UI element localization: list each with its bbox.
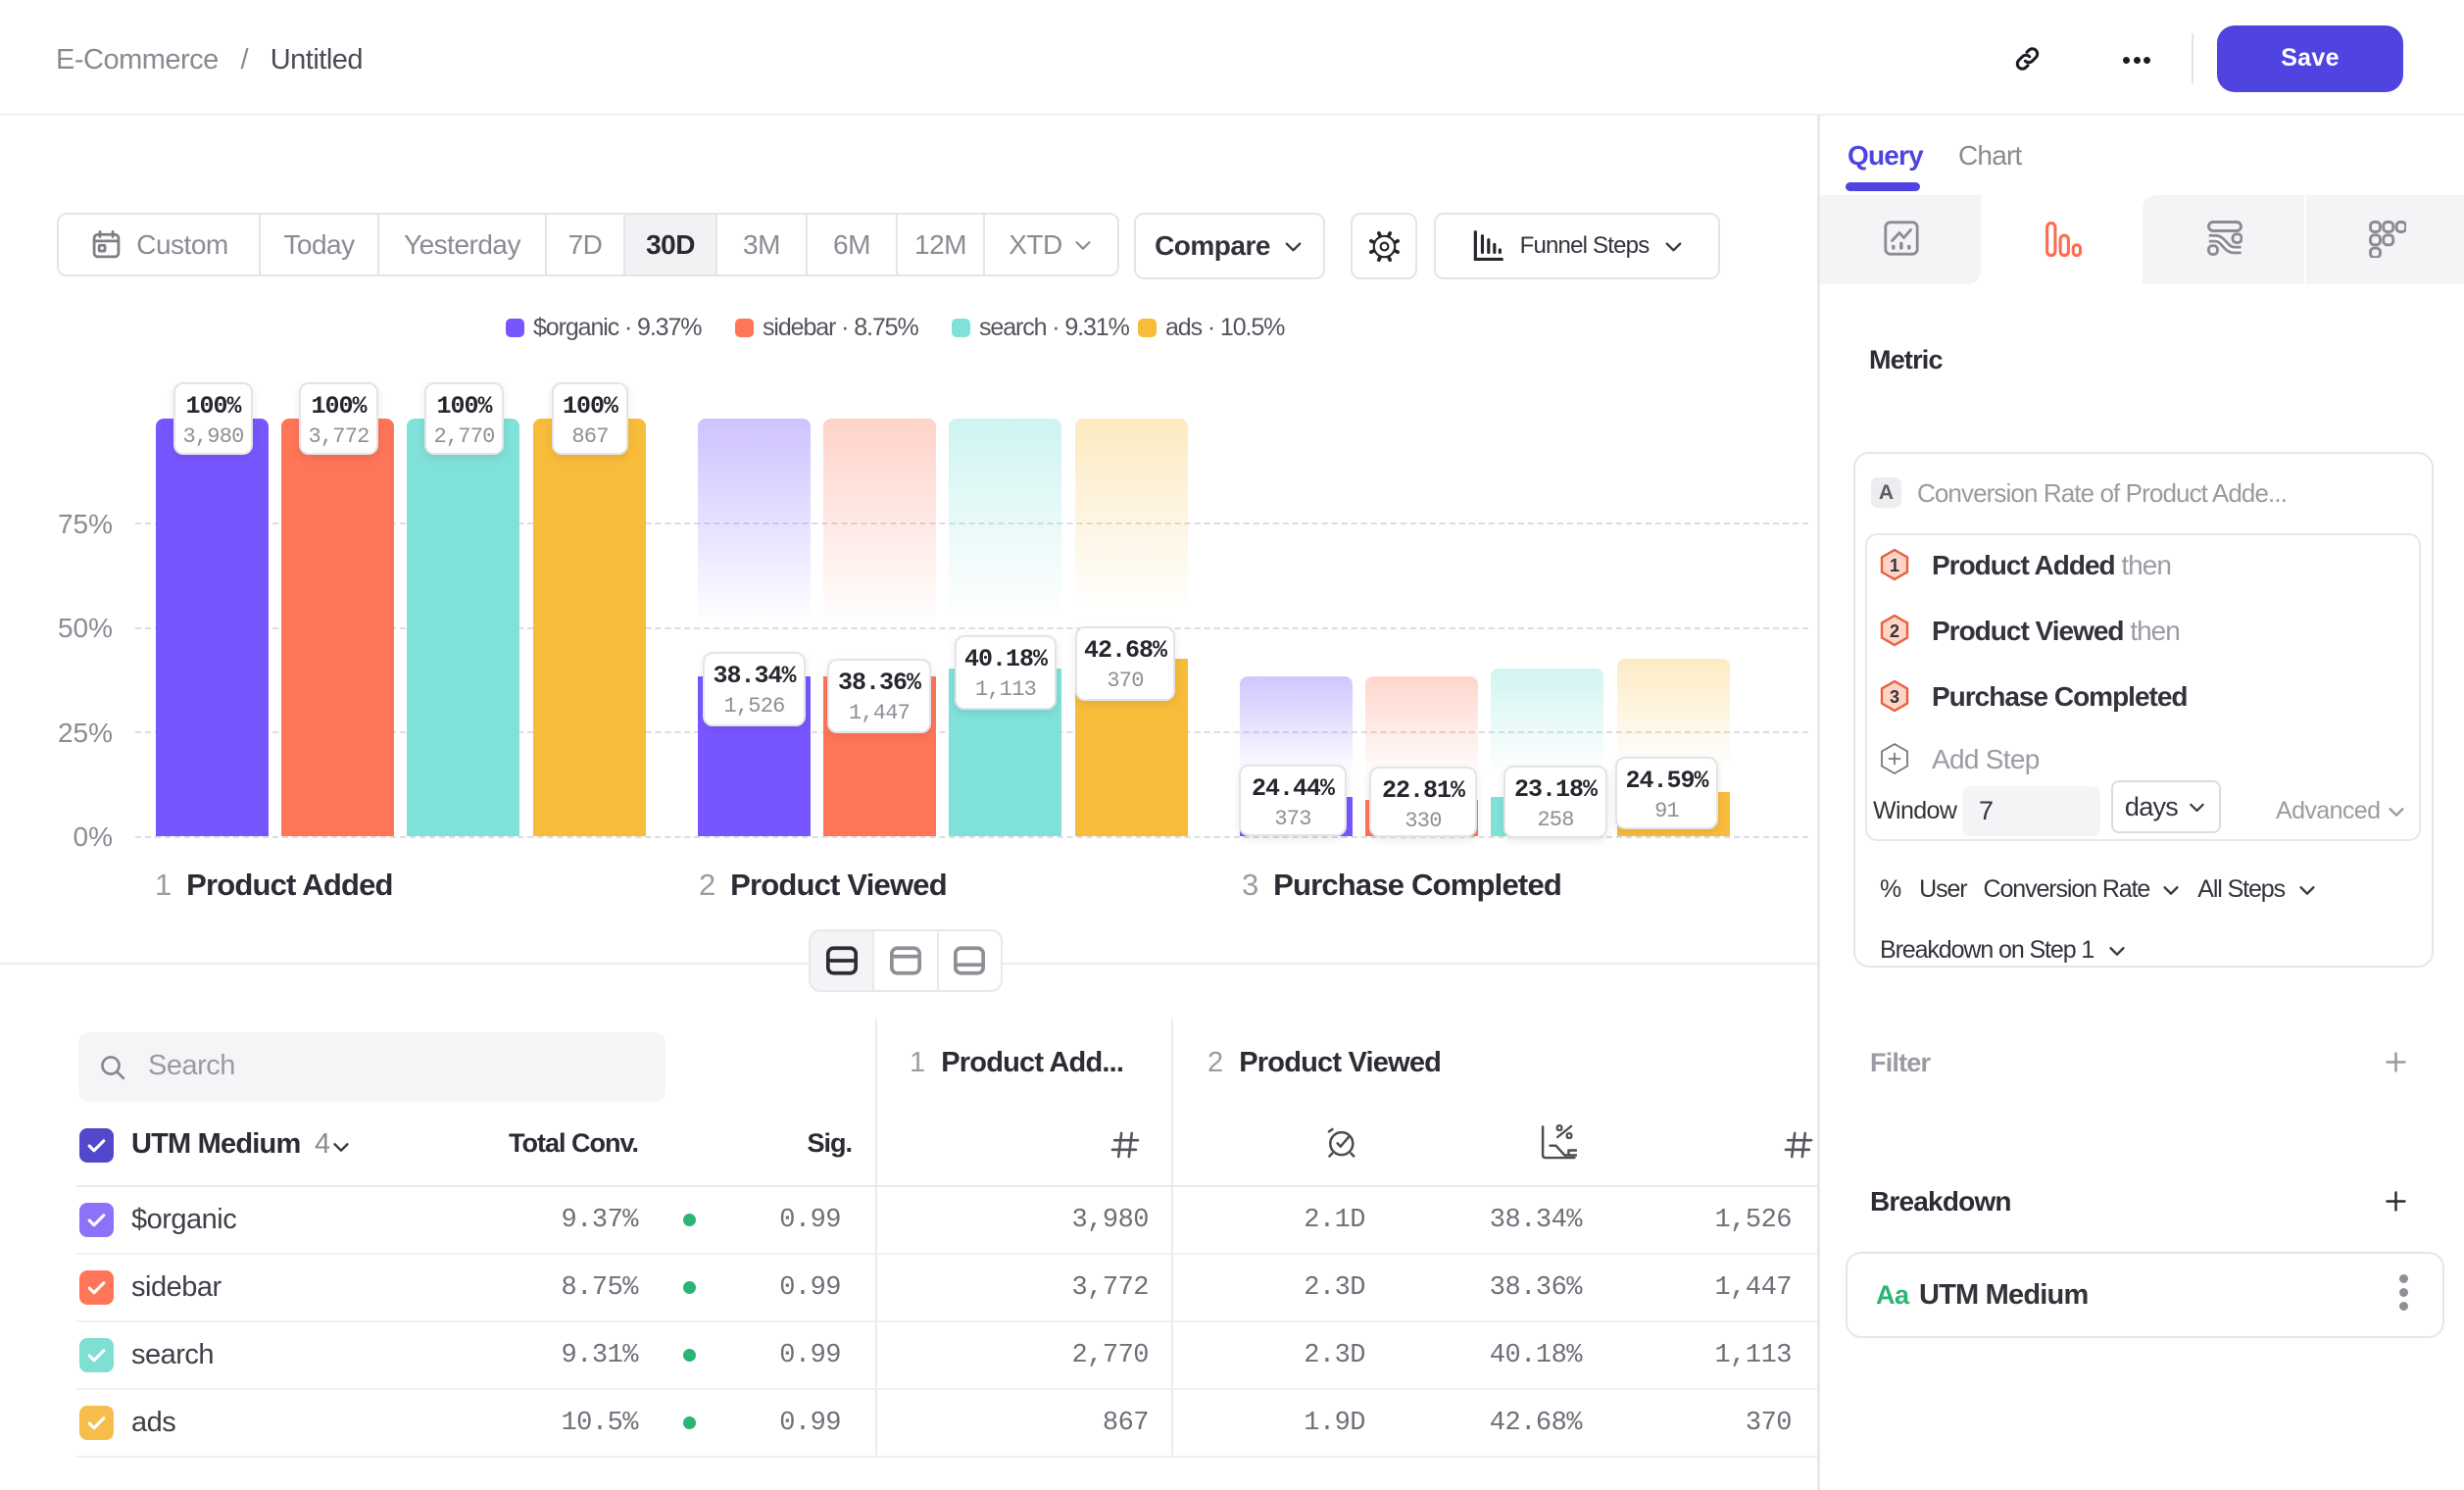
svg-text:2: 2 — [1890, 621, 1899, 641]
svg-text:3: 3 — [1890, 687, 1899, 707]
svg-text:1: 1 — [1890, 556, 1899, 575]
